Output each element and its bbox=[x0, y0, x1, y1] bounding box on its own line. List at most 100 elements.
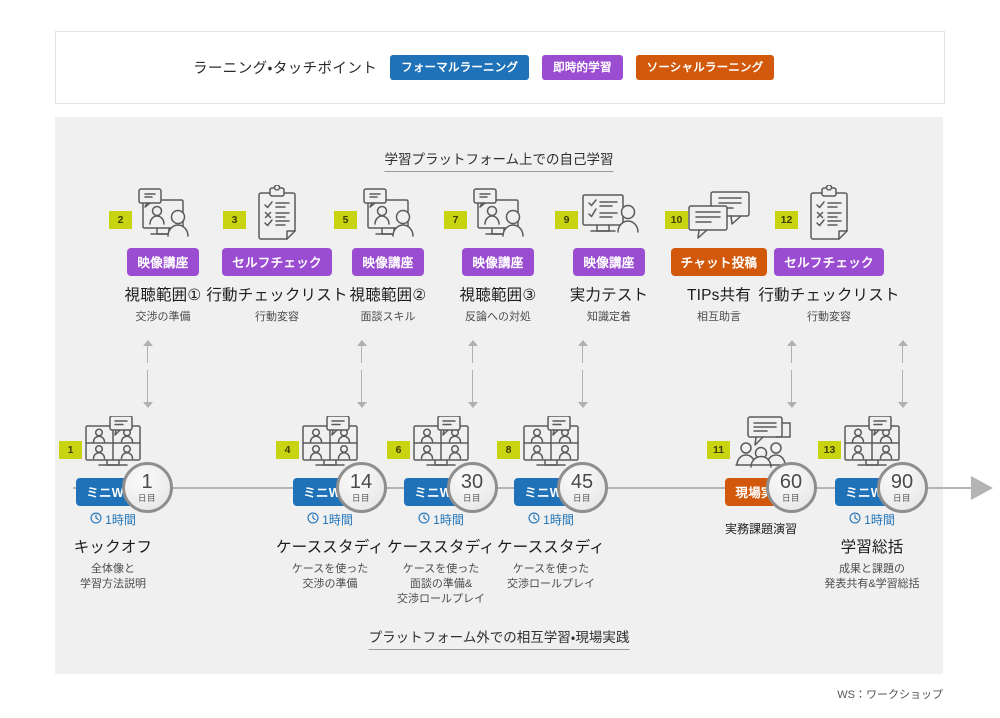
top-card-12[interactable]: 12 セルフチェック行動チェックリスト行動変容 bbox=[758, 185, 899, 325]
stem-down-90 bbox=[902, 370, 903, 403]
stem-down-30 bbox=[472, 370, 473, 403]
legend-bar: ラーニング・タッチポイント フォーマルラーニング 即時的学習 ソーシャルラーニン… bbox=[55, 31, 945, 104]
stem-up-1-cap bbox=[142, 340, 153, 346]
stem-up-45 bbox=[582, 345, 583, 363]
category-chip[interactable]: チャット投稿 bbox=[670, 248, 768, 276]
category-chip[interactable]: 映像講座 bbox=[127, 248, 199, 276]
icon-wrap: 2 bbox=[109, 185, 211, 243]
clock-icon bbox=[528, 512, 540, 527]
top-section-heading: 学習プラットフォーム上での自己学習 bbox=[384, 148, 614, 172]
step-number-badge: 13 bbox=[818, 441, 841, 459]
category-chip[interactable]: 映像講座 bbox=[573, 248, 645, 276]
icon-wrap: 12 bbox=[775, 185, 877, 243]
step-number-badge: 10 bbox=[665, 211, 688, 229]
timeline-node-day-14: 14 日目 bbox=[335, 462, 387, 513]
top-card-7[interactable]: 7 映像講座 視聴範囲③ 反論への対処 bbox=[438, 185, 558, 325]
step-number-badge: 6 bbox=[387, 441, 410, 459]
step-number-badge: 7 bbox=[444, 211, 467, 229]
icon-wrap: 9 bbox=[555, 185, 657, 243]
top-card-3[interactable]: 3 セルフチェック行動チェックリスト行動変容 bbox=[206, 185, 347, 325]
duration-label: 1時間 bbox=[528, 511, 574, 528]
timeline-node-number: 60 bbox=[779, 470, 803, 493]
step-number-badge: 9 bbox=[555, 211, 578, 229]
timeline-node-day-60: 60 日目 bbox=[765, 462, 817, 513]
stem-down-45 bbox=[582, 370, 583, 403]
card-subtitle: 行動変容 bbox=[807, 311, 851, 323]
timeline-node-number: 90 bbox=[890, 470, 914, 493]
step-number-badge: 4 bbox=[276, 441, 299, 459]
step-number-badge: 11 bbox=[707, 441, 730, 459]
stem-down-60 bbox=[791, 370, 792, 403]
stem-up-30-cap bbox=[467, 340, 478, 346]
stem-up-14-cap bbox=[356, 340, 367, 346]
top-card-9[interactable]: 9 映像講座実力テスト知識定着 bbox=[549, 185, 669, 325]
card-subtitle: 全体像と 学習方法説明 bbox=[80, 563, 146, 590]
stem-up-30 bbox=[472, 345, 473, 363]
icon-wrap: 3 bbox=[223, 185, 325, 243]
clock-icon bbox=[849, 512, 861, 527]
card-subtitle: 実務課題演習 bbox=[724, 522, 797, 536]
icon-wrap: 7 bbox=[444, 185, 546, 243]
legend-title: ラーニング・タッチポイント bbox=[193, 61, 378, 77]
card-subtitle: 面談スキル bbox=[360, 311, 416, 323]
stem-up-60-cap bbox=[786, 340, 797, 346]
clock-icon bbox=[307, 512, 319, 527]
card-subtitle: 交渉の準備 bbox=[135, 311, 191, 323]
card-title: 行動チェックリスト bbox=[758, 287, 900, 304]
icon-wrap: 5 bbox=[334, 185, 436, 243]
card-title: キックオフ bbox=[73, 539, 153, 556]
stem-down-1 bbox=[147, 370, 148, 403]
step-number-badge: 2 bbox=[109, 211, 132, 229]
step-number-badge: 5 bbox=[334, 211, 357, 229]
bottom-section-heading: プラットフォーム外での相互学習・現場実践 bbox=[368, 626, 630, 650]
timeline-node-unit: 日目 bbox=[781, 492, 800, 503]
timeline-node-day-90: 90 日目 bbox=[876, 462, 928, 513]
card-title: ケーススタディ bbox=[496, 539, 606, 556]
checklist-icon bbox=[252, 185, 302, 243]
stem-up-1 bbox=[147, 345, 148, 363]
card-title: 行動チェックリスト bbox=[206, 287, 348, 304]
legend-chip-social: ソーシャルラーニング bbox=[635, 55, 775, 80]
timeline-node-unit: 日目 bbox=[462, 492, 481, 503]
card-title: TIPs共有 bbox=[686, 287, 752, 304]
category-chip[interactable]: 映像講座 bbox=[352, 248, 424, 276]
card-title: 実力テスト bbox=[569, 287, 649, 304]
stem-up-45-cap bbox=[577, 340, 588, 346]
top-card-5[interactable]: 5 映像講座 視聴範囲② 面談スキル bbox=[328, 185, 448, 325]
icon-wrap: 10 bbox=[665, 185, 767, 243]
category-chip[interactable]: 映像講座 bbox=[462, 248, 534, 276]
stem-down-14-cap bbox=[356, 402, 367, 408]
timeline-node-day-30: 30 日目 bbox=[446, 462, 498, 513]
timeline-node-unit: 日目 bbox=[351, 492, 370, 503]
bottom-card-6[interactable]: 6 ミニWS3 1時間 ケーススタディ ケースを使った 面談の準備& 交渉ロールプレイ bbox=[381, 415, 501, 607]
category-chip[interactable]: セルフチェック bbox=[222, 248, 332, 276]
duration-label: 1時間 bbox=[849, 511, 895, 528]
card-subtitle: 反論への対処 bbox=[465, 311, 531, 323]
card-subtitle: 行動変容 bbox=[255, 311, 299, 323]
stem-down-14 bbox=[361, 370, 362, 403]
video-lecture-icon bbox=[352, 186, 424, 242]
stem-up-14 bbox=[361, 345, 362, 363]
card-subtitle: ケースを使った 交渉の準備 bbox=[291, 563, 369, 590]
step-number-badge: 3 bbox=[223, 211, 246, 229]
clock-icon bbox=[90, 512, 102, 527]
category-chip[interactable]: セルフチェック bbox=[774, 248, 884, 276]
step-number-badge: 8 bbox=[497, 441, 520, 459]
card-subtitle: 知識定着 bbox=[587, 311, 631, 323]
card-subtitle: 相互助言 bbox=[697, 311, 741, 323]
test-monitor-icon bbox=[573, 186, 645, 242]
stem-down-30-cap bbox=[467, 402, 478, 408]
timeline-node-unit: 日目 bbox=[892, 492, 911, 503]
stem-down-90-cap bbox=[897, 402, 908, 408]
timeline-node-unit: 日目 bbox=[572, 492, 591, 503]
step-number-badge: 12 bbox=[775, 211, 798, 229]
step-number-badge: 1 bbox=[59, 441, 82, 459]
clock-icon bbox=[418, 512, 430, 527]
stem-down-45-cap bbox=[577, 402, 588, 408]
timeline-node-day-1: 1 日目 bbox=[121, 462, 173, 513]
timeline-node-number: 45 bbox=[570, 470, 594, 493]
top-card-2[interactable]: 2 映像講座 視聴範囲① 交渉の準備 bbox=[103, 185, 223, 325]
timeline-node-day-45: 45 日目 bbox=[556, 462, 608, 513]
stem-up-90-cap bbox=[897, 340, 908, 346]
stem-down-60-cap bbox=[786, 402, 797, 408]
